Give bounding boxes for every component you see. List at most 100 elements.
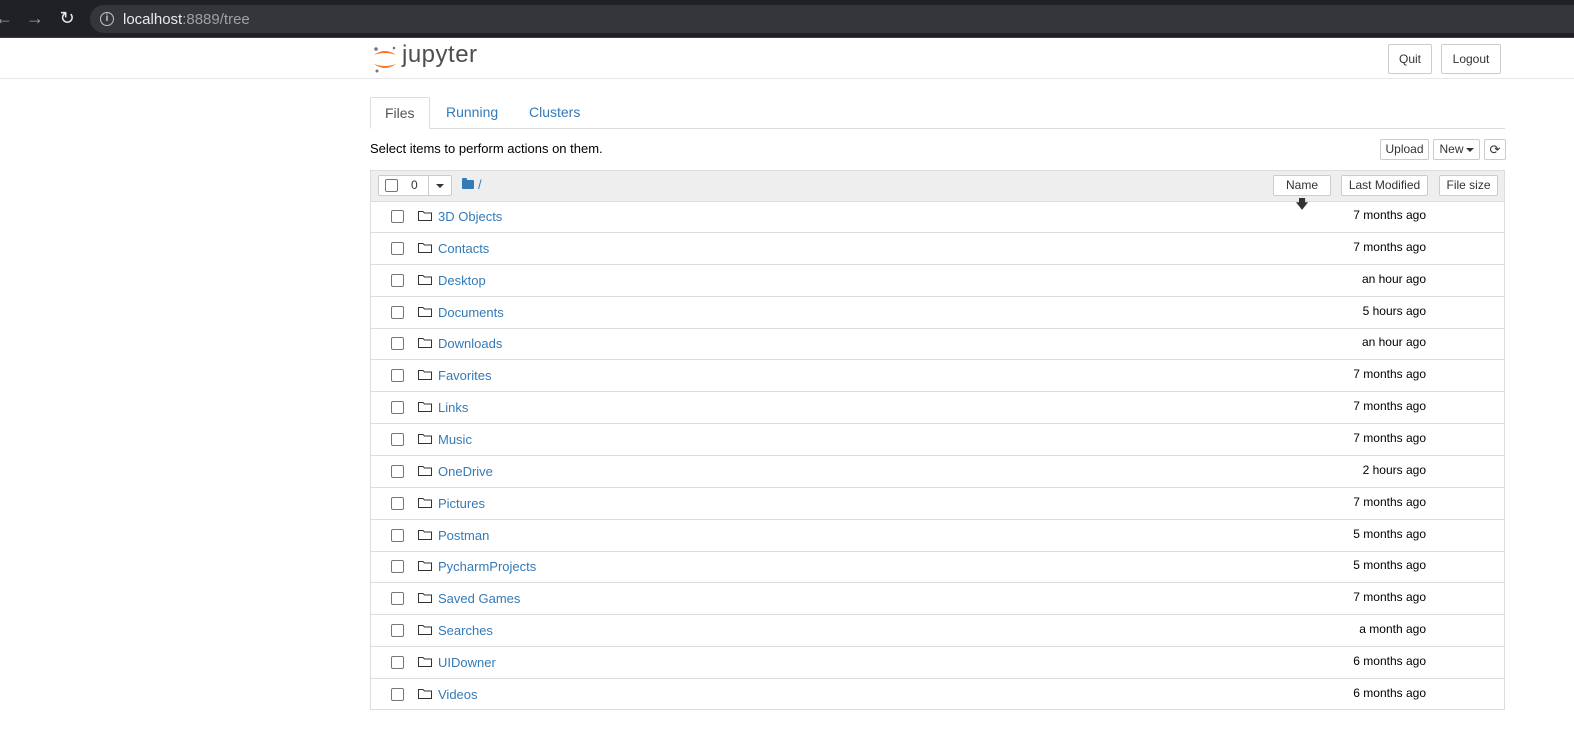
- row-checkbox[interactable]: [391, 592, 404, 606]
- select-all-control: 0: [378, 175, 452, 196]
- sort-by-modified-button[interactable]: Last Modified: [1341, 175, 1428, 196]
- url-text[interactable]: localhost:8889/tree: [123, 11, 250, 28]
- jupyter-logo-text[interactable]: jupyter: [402, 41, 478, 69]
- browser-toolbar: ← → ↻ i localhost:8889/tree: [0, 0, 1574, 38]
- back-arrow-icon[interactable]: ←: [0, 8, 14, 28]
- row-checkbox[interactable]: [391, 210, 404, 223]
- breadcrumb[interactable]: /: [478, 177, 482, 192]
- row-checkbox[interactable]: [391, 241, 404, 255]
- row-checkbox[interactable]: [391, 687, 404, 701]
- file-name-link[interactable]: OneDrive: [438, 464, 493, 479]
- file-name-link[interactable]: Links: [438, 400, 468, 415]
- file-name-link[interactable]: Contacts: [438, 241, 489, 256]
- tab-clusters[interactable]: Clusters: [515, 97, 594, 128]
- file-row[interactable]: Saved Games 7 months ago: [371, 583, 1504, 616]
- file-row[interactable]: Downloads an hour ago: [371, 328, 1504, 361]
- row-checkbox[interactable]: [391, 655, 404, 669]
- file-row[interactable]: Music 7 months ago: [371, 424, 1504, 456]
- file-name-link[interactable]: Desktop: [438, 273, 486, 288]
- row-checkbox[interactable]: [391, 432, 404, 446]
- file-row[interactable]: 3D Objects 7 months ago: [371, 201, 1504, 233]
- new-dropdown-button[interactable]: New: [1433, 139, 1480, 160]
- row-checkbox[interactable]: [391, 305, 404, 319]
- file-row[interactable]: UIDowner 6 months ago: [371, 647, 1504, 679]
- upload-button[interactable]: Upload: [1380, 139, 1429, 160]
- file-row[interactable]: Searches a month ago: [371, 615, 1504, 648]
- url-host: localhost: [123, 11, 183, 28]
- selection-hint: Select items to perform actions on them.: [370, 141, 603, 156]
- address-bar[interactable]: i localhost:8889/tree: [90, 5, 1574, 33]
- file-name-link[interactable]: PycharmProjects: [438, 559, 536, 574]
- file-name-link[interactable]: Pictures: [438, 496, 485, 511]
- file-name-link[interactable]: Downloads: [438, 336, 502, 351]
- file-modified: 5 hours ago: [1362, 303, 1426, 318]
- row-checkbox[interactable]: [391, 496, 404, 510]
- reload-icon[interactable]: ↻: [57, 8, 77, 28]
- file-modified: 7 months ago: [1353, 590, 1426, 605]
- file-row[interactable]: PycharmProjects 5 months ago: [371, 551, 1504, 584]
- file-row[interactable]: OneDrive 2 hours ago: [371, 456, 1504, 488]
- file-row[interactable]: Documents 5 hours ago: [371, 297, 1504, 329]
- chevron-down-icon: [436, 184, 444, 188]
- selected-count: 0: [411, 178, 418, 192]
- refresh-icon: ⟳: [1489, 142, 1501, 157]
- tab-files[interactable]: Files: [370, 97, 430, 129]
- file-name-link[interactable]: Favorites: [438, 368, 491, 383]
- jupyter-logo-icon[interactable]: [372, 44, 398, 74]
- jupyter-header: jupyter Quit Logout: [0, 38, 1574, 79]
- folder-icon: [418, 497, 432, 508]
- file-name-link[interactable]: Music: [438, 432, 472, 447]
- folder-icon[interactable]: [462, 178, 474, 189]
- folder-icon: [418, 338, 432, 349]
- file-name-link[interactable]: Saved Games: [438, 591, 520, 606]
- folder-icon: [418, 529, 432, 540]
- folder-icon: [418, 656, 432, 667]
- file-modified: 5 months ago: [1353, 558, 1426, 573]
- forward-arrow-icon[interactable]: →: [25, 8, 45, 28]
- new-label: New: [1439, 142, 1464, 156]
- file-name-link[interactable]: UIDowner: [438, 655, 496, 670]
- file-modified: an hour ago: [1361, 335, 1426, 350]
- file-name-link[interactable]: Documents: [438, 305, 504, 320]
- row-checkbox[interactable]: [391, 273, 404, 287]
- sort-by-name-button[interactable]: Name 🡇: [1273, 175, 1331, 211]
- row-checkbox[interactable]: [391, 464, 404, 478]
- file-row[interactable]: Pictures 7 months ago: [371, 488, 1504, 520]
- file-row[interactable]: Contacts 7 months ago: [371, 233, 1504, 265]
- logout-button[interactable]: Logout: [1441, 44, 1501, 74]
- chevron-down-icon: [1465, 147, 1474, 152]
- file-modified: 6 months ago: [1353, 653, 1426, 668]
- refresh-button[interactable]: ⟳: [1484, 139, 1506, 160]
- select-all-checkbox[interactable]: [385, 179, 398, 192]
- file-name-link[interactable]: Postman: [438, 528, 489, 543]
- tab-running[interactable]: Running: [432, 97, 512, 128]
- file-row[interactable]: Favorites 7 months ago: [371, 360, 1504, 393]
- file-modified: 7 months ago: [1353, 367, 1426, 382]
- folder-icon: [418, 370, 432, 381]
- row-checkbox[interactable]: [391, 401, 404, 415]
- row-checkbox[interactable]: [391, 369, 404, 383]
- info-icon[interactable]: i: [100, 12, 114, 26]
- sort-by-size-button[interactable]: File size: [1439, 175, 1498, 196]
- file-modified: 7 months ago: [1353, 208, 1426, 222]
- row-checkbox[interactable]: [391, 560, 404, 574]
- file-modified: 2 hours ago: [1362, 462, 1426, 477]
- file-name-link[interactable]: Videos: [438, 687, 478, 702]
- file-row[interactable]: Links 7 months ago: [371, 392, 1504, 425]
- row-checkbox[interactable]: [391, 528, 404, 542]
- folder-icon: [418, 625, 432, 636]
- folder-icon: [418, 274, 432, 285]
- file-modified: 6 months ago: [1353, 685, 1426, 700]
- folder-icon: [418, 593, 432, 604]
- file-row[interactable]: Postman 5 months ago: [371, 520, 1504, 552]
- file-modified: 7 months ago: [1353, 494, 1426, 509]
- sort-name-label: Name: [1285, 178, 1318, 192]
- file-name-link[interactable]: Searches: [438, 623, 493, 638]
- select-dropdown-button[interactable]: [428, 176, 453, 195]
- file-name-link[interactable]: 3D Objects: [438, 209, 502, 224]
- quit-button[interactable]: Quit: [1388, 44, 1432, 74]
- row-checkbox[interactable]: [391, 624, 404, 638]
- row-checkbox[interactable]: [391, 337, 404, 351]
- file-row[interactable]: Desktop an hour ago: [371, 265, 1504, 297]
- file-row[interactable]: Videos 6 months ago: [371, 679, 1504, 711]
